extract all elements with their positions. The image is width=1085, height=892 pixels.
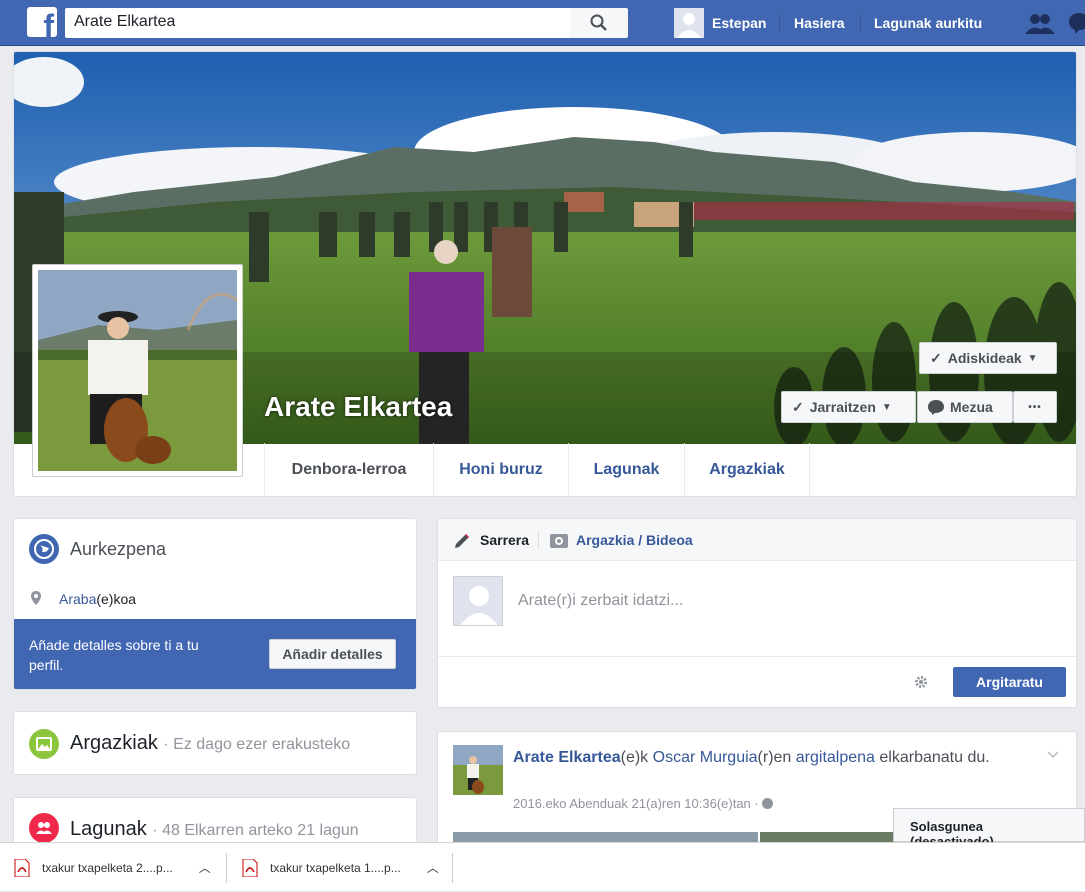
download-divider [452, 853, 453, 883]
friends-subtitle: · 48 Elkarren arteko 21 lagun [152, 822, 359, 839]
download-filename: txakur txapelketa 2....p... [42, 860, 173, 875]
add-details-button[interactable]: Añadir detalles [269, 639, 396, 669]
tab-post[interactable]: Sarrera [480, 532, 529, 548]
chevron-up-icon[interactable]: ︿ [199, 859, 211, 876]
nav-user-name: Estepan [712, 15, 767, 31]
post-timestamp[interactable]: 2016.eko Abenduak 21(a)ren 10:36(e)tan · [513, 796, 774, 811]
tab-timeline[interactable]: Denbora-lerroa [264, 443, 433, 496]
globe-privacy-icon [762, 798, 774, 809]
settings-gear-icon[interactable] [914, 675, 928, 694]
chevron-down-icon: ▼ [1027, 352, 1038, 364]
more-options-button[interactable]: ••• [1013, 391, 1057, 423]
tab-photos[interactable]: Argazkiak [684, 443, 810, 496]
nav-find-friends-link[interactable]: Lagunak aurkitu [874, 15, 982, 31]
check-icon: ✓ [792, 398, 804, 415]
post-author-link[interactable]: Arate Elkartea [513, 749, 621, 766]
downloads-bar: txakur txapelketa 2....p... ︿ txakur txa… [0, 842, 1085, 891]
tab-about[interactable]: Honi buruz [433, 443, 568, 496]
download-filename: txakur txapelketa 1....p... [270, 860, 401, 875]
photos-title: Argazkiak · Ez dago ezer erakusteko [70, 732, 350, 755]
more-icon: ••• [1028, 401, 1042, 413]
friend-requests-icon[interactable] [1025, 13, 1055, 40]
composer-divider [438, 656, 1076, 657]
messenger-icon [928, 400, 944, 415]
post-author-avatar[interactable] [453, 745, 503, 795]
search-input[interactable]: Arate Elkartea [65, 8, 570, 38]
composer-avatar [453, 576, 503, 626]
profile-picture[interactable] [32, 264, 243, 477]
post-composer: Sarrera Argazkia / Bideoa Arate(r)i zerb… [437, 518, 1077, 708]
shared-person-link[interactable]: Oscar Murguia [653, 749, 758, 766]
post-options-chevron-icon[interactable] [1047, 746, 1059, 764]
post-text-part: elkarbanatu du. [874, 749, 990, 766]
search-button[interactable] [570, 8, 628, 38]
page-title: Arate Elkartea [264, 391, 453, 422]
photos-subtitle: · Ez dago ezer erakusteko [163, 736, 351, 753]
facebook-logo-icon[interactable]: f [27, 7, 57, 37]
location-suffix: (e)koa [96, 591, 137, 607]
intro-title: Aurkezpena [70, 539, 167, 559]
post-text-part: (e)k [620, 749, 653, 766]
photos-title-label: Argazkiak [70, 732, 158, 754]
add-details-text: Añade detalles sobre ti a tu perfil. [29, 637, 199, 673]
location-text: Araba(e)koa [59, 591, 136, 607]
tab-photo-video[interactable]: Argazkia / Bideoa [576, 532, 693, 548]
friends-button-label: Adiskideak [947, 350, 1022, 366]
following-button[interactable]: ✓ Jarraitzen ▼ [781, 391, 916, 423]
chevron-up-icon[interactable]: ︿ [427, 859, 439, 876]
top-navigation-bar: f Arate Elkartea Estepan Hasiera Lagunak… [0, 0, 1085, 46]
camera-icon [550, 534, 568, 548]
profile-tabs: Denbora-lerroa Honi buruz Lagunak Argazk… [264, 443, 810, 496]
pdf-file-icon [242, 858, 258, 877]
photos-card[interactable]: Argazkiak · Ez dago ezer erakusteko [13, 711, 417, 775]
download-divider [226, 853, 227, 883]
friends-button[interactable]: ✓ Adiskideak ▼ [919, 342, 1057, 374]
original-post-link[interactable]: argitalpena [796, 749, 875, 766]
search-icon [590, 14, 607, 31]
globe-icon [29, 534, 59, 564]
friends-title: Lagunak · 48 Elkarren arteko 21 lagun [70, 818, 359, 841]
intro-card: Aurkezpena Araba(e)koa Añade detalles so… [13, 518, 417, 690]
friends-title-label: Lagunak [70, 818, 147, 840]
user-avatar [674, 8, 704, 38]
tab-divider [538, 531, 539, 549]
friends-icon [29, 813, 59, 843]
tab-friends[interactable]: Lagunak [568, 443, 684, 496]
post-timestamp-text: 2016.eko Abenduak 21(a)ren 10:36(e)tan · [513, 796, 759, 811]
location-link[interactable]: Araba [59, 591, 96, 607]
photos-icon [29, 729, 59, 759]
composer-tabs: Sarrera Argazkia / Bideoa [438, 519, 1076, 561]
add-details-banner: Añade detalles sobre ti a tu perfil. Aña… [14, 619, 416, 689]
pencil-icon [455, 534, 469, 548]
download-item[interactable]: txakur txapelketa 1....p... ︿ [242, 843, 439, 892]
pdf-file-icon [14, 858, 30, 877]
messenger-icon[interactable] [1069, 12, 1085, 39]
publish-button[interactable]: Argitaratu [953, 667, 1066, 697]
nav-divider [860, 14, 861, 32]
check-icon: ✓ [930, 349, 942, 366]
composer-input[interactable]: Arate(r)i zerbait idatzi... [518, 592, 683, 610]
message-button-label: Mezua [950, 399, 993, 415]
nav-home-link[interactable]: Hasiera [794, 15, 845, 31]
post-header-text: Arate Elkartea(e)k Oscar Murguia(r)en ar… [513, 746, 1033, 770]
location-pin-icon [31, 591, 41, 610]
post-text-part: (r)en [757, 749, 796, 766]
message-button[interactable]: Mezua [917, 391, 1013, 423]
nav-profile-link[interactable]: Estepan [674, 8, 766, 38]
chat-sidebar-toggle[interactable]: Solasgunea (desactivado) [893, 808, 1085, 849]
following-button-label: Jarraitzen [809, 399, 876, 415]
download-item[interactable]: txakur txapelketa 2....p... ︿ [14, 843, 211, 892]
chevron-down-icon: ▼ [881, 401, 892, 413]
nav-divider [779, 14, 780, 32]
